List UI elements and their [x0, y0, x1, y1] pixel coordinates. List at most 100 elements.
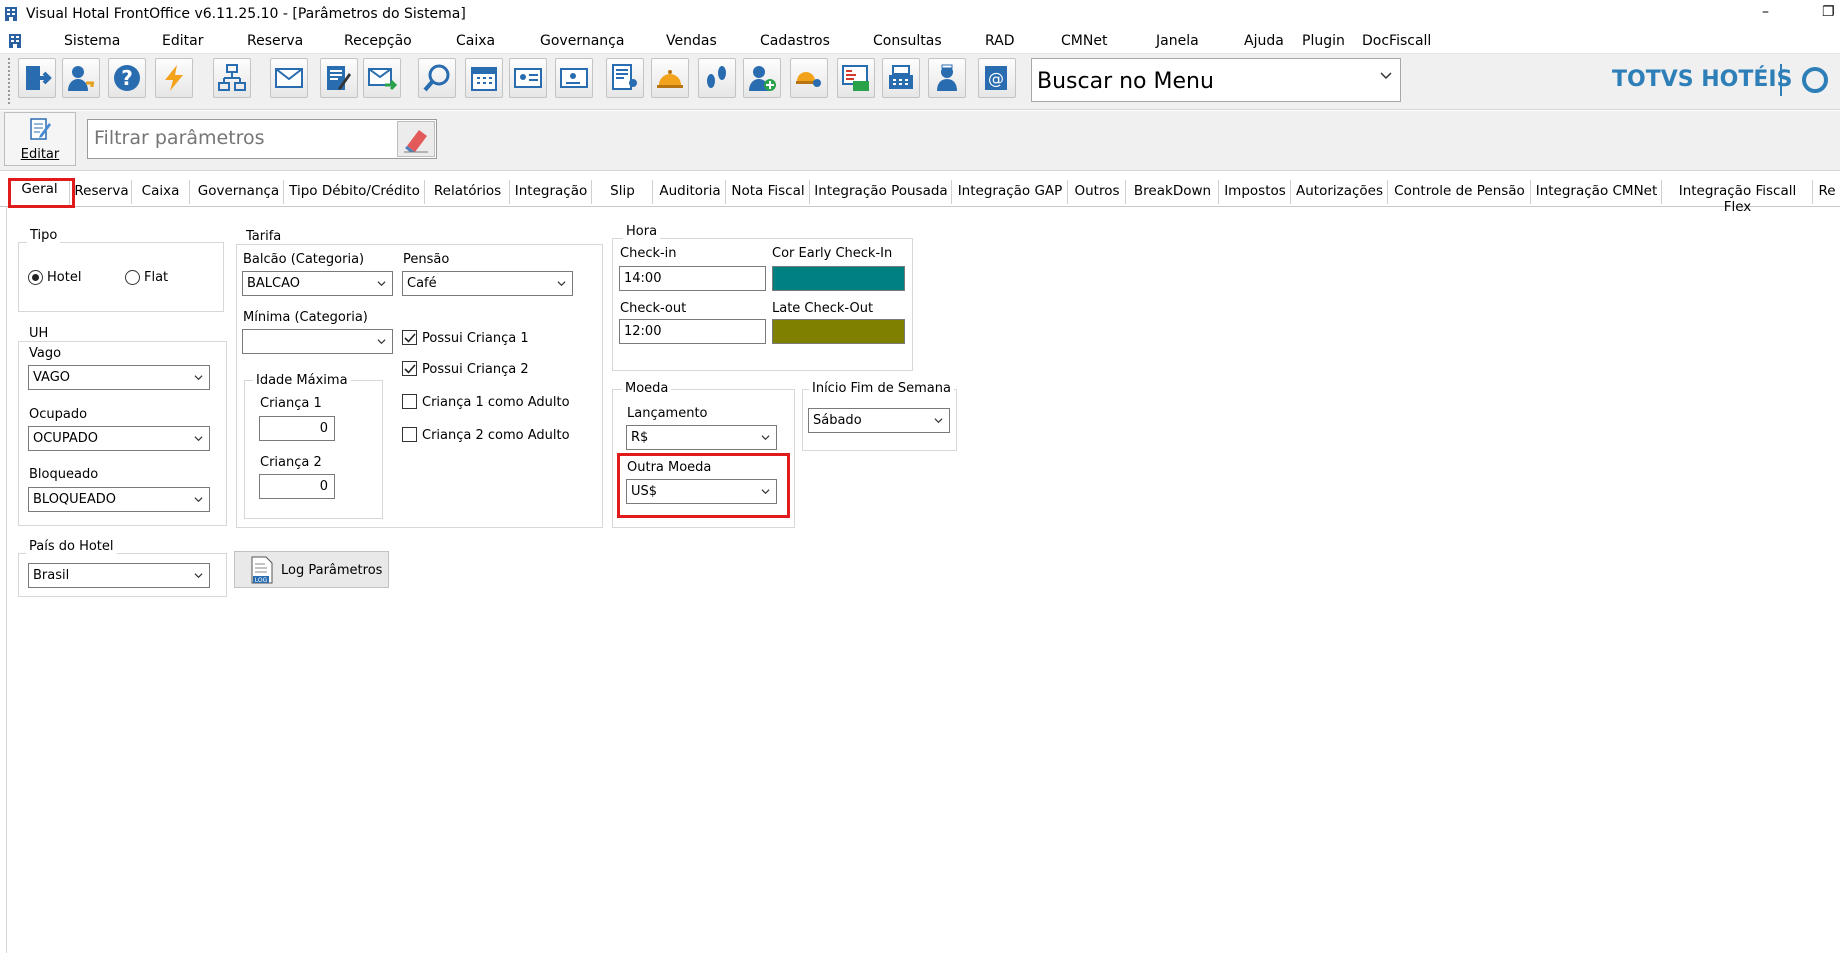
footsteps-button[interactable] [698, 58, 736, 98]
early-checkin-color-picker[interactable] [772, 266, 905, 291]
totvs-logo-icon [1802, 67, 1828, 93]
hotel-building-icon[interactable] [8, 33, 22, 48]
lancamento-combo[interactable]: R$ [626, 425, 777, 450]
add-user-button[interactable] [743, 58, 781, 98]
bloqueado-combo[interactable]: BLOQUEADO [28, 487, 210, 512]
pensao-combo[interactable]: Café [402, 271, 573, 296]
checkin-input[interactable]: 14:00 [619, 266, 766, 291]
menu-vendas[interactable]: Vendas [666, 33, 717, 49]
tab-integracao-gap[interactable]: Integração GAP [953, 180, 1068, 204]
clear-filter-button[interactable] [397, 121, 435, 157]
checkout-input[interactable]: 12:00 [619, 319, 766, 344]
tab-impostos[interactable]: Impostos [1220, 180, 1291, 204]
document-edit-button[interactable] [320, 58, 358, 98]
vago-combo[interactable]: VAGO [28, 365, 210, 390]
filter-params-input[interactable] [92, 126, 392, 150]
menu-consultas[interactable]: Consultas [873, 33, 942, 49]
envelope-icon [275, 68, 303, 88]
tab-re[interactable]: Re [1814, 180, 1840, 204]
tab-integracao-cmnet[interactable]: Integração CMNet [1532, 180, 1662, 204]
email-contact-button[interactable]: @ [978, 58, 1016, 98]
menu-sistema[interactable]: Sistema [64, 33, 120, 49]
edit-button[interactable]: Editar [4, 112, 76, 166]
search-button[interactable] [418, 58, 456, 98]
tab-nota-fiscal[interactable]: Nota Fiscal [727, 180, 810, 204]
crianca1-input[interactable]: 0 [259, 416, 335, 441]
org-chart-icon [218, 64, 246, 91]
menu-caixa[interactable]: Caixa [456, 33, 495, 49]
flat-radio[interactable] [125, 270, 140, 285]
reception-card-button[interactable] [555, 58, 593, 98]
balcao-combo[interactable]: BALCAO [242, 271, 393, 296]
log-parametros-button[interactable]: LOG Log Parâmetros [234, 551, 389, 588]
late-checkout-label: Late Check-Out [772, 301, 874, 316]
tab-auditoria[interactable]: Auditoria [655, 180, 726, 204]
minimize-button[interactable]: – [1762, 4, 1769, 20]
tab-outros[interactable]: Outros [1069, 180, 1126, 204]
bell-user-button[interactable] [790, 58, 828, 98]
org-chart-button[interactable] [213, 58, 251, 98]
tab-caixa[interactable]: Caixa [132, 180, 190, 204]
user-key-button[interactable] [62, 58, 100, 98]
help-button[interactable]: ? [108, 58, 146, 98]
menu-cadastros[interactable]: Cadastros [760, 33, 830, 49]
menu-recepcao[interactable]: Recepção [344, 33, 412, 49]
tab-governanca[interactable]: Governança [194, 180, 284, 204]
lightning-button[interactable] [155, 58, 193, 98]
menu-reserva[interactable]: Reserva [247, 33, 303, 49]
balcao-value: BALCAO [247, 276, 301, 291]
crianca1-value: 0 [319, 421, 328, 436]
menu-governanca[interactable]: Governança [540, 33, 624, 49]
tab-integracao-fiscall-flex[interactable]: Integração Fiscall Flex [1663, 180, 1813, 215]
flat-radio-label: Flat [144, 270, 169, 285]
tab-controle-pensao[interactable]: Controle de Pensão [1389, 180, 1531, 204]
cash-report-icon [842, 65, 869, 91]
maid-button[interactable] [928, 58, 966, 98]
toolbar-grip [8, 58, 13, 104]
calendar-button[interactable] [465, 58, 503, 98]
menu-janela[interactable]: Janela [1156, 33, 1199, 49]
restore-button[interactable]: ❐ [1822, 4, 1835, 20]
tab-breakdown[interactable]: BreakDown [1127, 180, 1219, 204]
crianca1-adulto-checkbox[interactable] [402, 394, 417, 409]
search-menu-combo[interactable]: Buscar no Menu [1031, 58, 1401, 102]
menu-cmnet[interactable]: CMNet [1061, 33, 1107, 49]
tab-integracao[interactable]: Integração [511, 180, 592, 204]
minima-combo[interactable] [242, 329, 393, 354]
menu-editar[interactable]: Editar [162, 33, 203, 49]
crianca2-adulto-checkbox[interactable] [402, 427, 417, 442]
tab-reserva[interactable]: Reserva [72, 180, 132, 204]
possui-crianca2-checkbox[interactable] [402, 361, 417, 376]
report-user-icon [612, 64, 637, 90]
tab-relatorios[interactable]: Relatórios [426, 180, 510, 204]
tab-autorizacoes[interactable]: Autorizações [1292, 180, 1388, 204]
menu-ajuda[interactable]: Ajuda [1244, 33, 1284, 49]
vago-label: Vago [29, 346, 62, 361]
send-mail-button[interactable] [363, 58, 401, 98]
cash-report-button[interactable] [837, 58, 875, 98]
chevron-down-icon [377, 281, 386, 287]
bell-button[interactable] [651, 58, 689, 98]
tab-slip[interactable]: Slip [593, 180, 653, 204]
possui-crianca1-checkbox[interactable] [402, 330, 417, 345]
late-checkout-color-picker[interactable] [772, 319, 905, 344]
menu-bar: Sistema Editar Reserva Recepção Caixa Go… [0, 28, 1840, 54]
crianca2-input[interactable]: 0 [259, 474, 335, 499]
checkin-label: Check-in [620, 246, 677, 261]
tab-integracao-pousada[interactable]: Integração Pousada [811, 180, 952, 204]
cash-register-button[interactable] [882, 58, 920, 98]
report-user-button[interactable] [606, 58, 644, 98]
mail-button[interactable] [270, 58, 308, 98]
guest-card-button[interactable] [509, 58, 547, 98]
chevron-down-icon [1380, 72, 1392, 80]
filter-params-field[interactable] [87, 119, 437, 159]
menu-docfiscall[interactable]: DocFiscall [1362, 33, 1431, 49]
menu-plugin[interactable]: Plugin [1302, 33, 1345, 49]
hotel-radio[interactable] [28, 270, 43, 285]
fim-semana-combo[interactable]: Sábado [808, 408, 950, 433]
tab-tipo-debito-credito[interactable]: Tipo Débito/Crédito [285, 180, 425, 204]
menu-rad[interactable]: RAD [985, 33, 1015, 49]
ocupado-combo[interactable]: OCUPADO [28, 426, 210, 451]
pais-combo[interactable]: Brasil [28, 563, 210, 588]
exit-button[interactable] [18, 58, 56, 98]
